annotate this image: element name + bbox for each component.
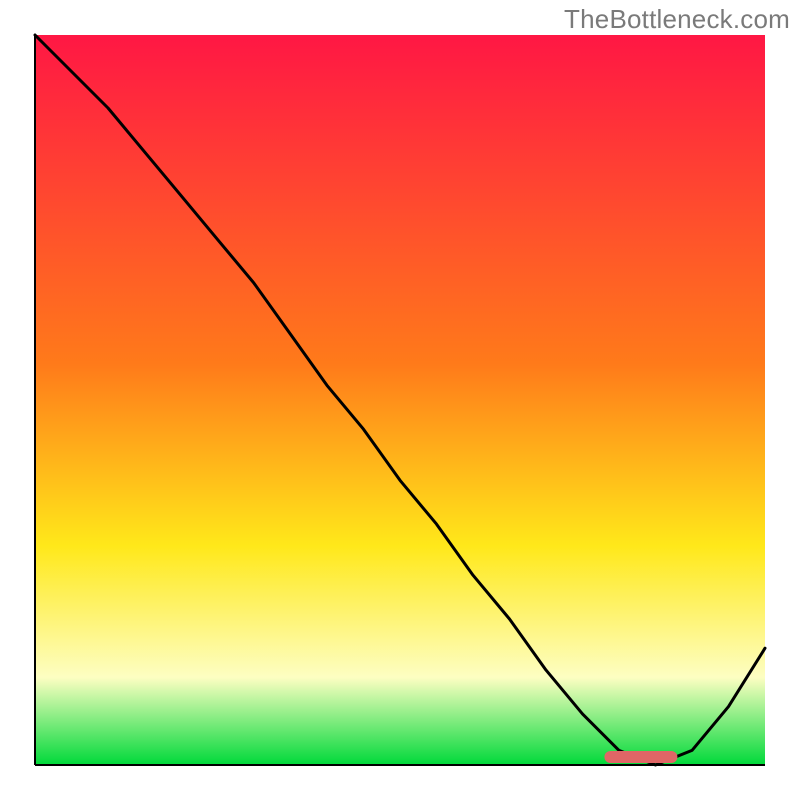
optimum-marker: [604, 751, 677, 763]
chart-container: TheBottleneck.com: [0, 0, 800, 800]
plot-background: [35, 35, 765, 765]
bottleneck-chart: [0, 0, 800, 800]
